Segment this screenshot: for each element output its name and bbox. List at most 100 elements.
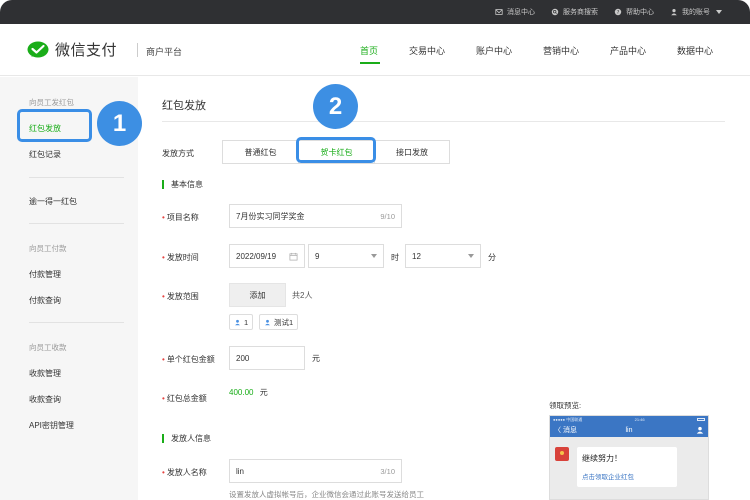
message-title: 继续努力！	[582, 454, 622, 463]
phone-nav-bar: 〈 消息 lin	[550, 423, 708, 437]
sidebar-group-pay-employee: 向员工付款	[29, 244, 67, 253]
date-picker[interactable]: 2022/09/19	[229, 244, 305, 268]
battery-icon	[697, 418, 705, 421]
range-label: • 发放范围	[162, 292, 199, 301]
add-recipients-button[interactable]: 添加	[229, 283, 286, 307]
logo-text: 微信支付	[55, 42, 118, 59]
recipient-tag[interactable]: 1	[229, 314, 254, 330]
single-amount-label: • 单个红包金额	[162, 355, 215, 364]
range-count: 共2人	[292, 291, 313, 300]
help-icon: ?	[614, 8, 622, 16]
main-header: 微信支付 商户平台 首页 交易中心 账户中心 营销中心 产品中心 数据中心	[0, 24, 750, 76]
calendar-icon	[289, 252, 298, 260]
total-amount-value: 400.00	[229, 388, 254, 397]
single-amount-input[interactable]: 200	[229, 346, 305, 370]
sender-name-input[interactable]: lin 3/10	[229, 459, 402, 483]
time-label: • 发放时间	[162, 253, 199, 262]
phone-time: 21:46	[634, 417, 645, 422]
search-circle-icon	[551, 8, 559, 16]
topbar-messages[interactable]: 消息中心	[495, 7, 535, 17]
wechat-pay-logo[interactable]: 微信支付	[27, 39, 117, 60]
minute-select[interactable]: 12	[405, 244, 481, 268]
sidebar-item-pay-query[interactable]: 付款查询	[29, 295, 61, 306]
total-amount-label: • 红包总金额	[162, 394, 207, 403]
chevron-down-icon	[468, 254, 474, 258]
page-title: 红包发放	[162, 100, 206, 112]
sidebar-item-collect-manage[interactable]: 收款管理	[29, 368, 61, 379]
single-amount-value: 200	[236, 353, 250, 363]
hour-select[interactable]: 9	[308, 244, 384, 268]
chevron-down-icon	[716, 10, 722, 14]
sender-name-value: lin	[236, 466, 245, 476]
sidebar-item-redpacket-record[interactable]: 红包记录	[29, 149, 61, 160]
phone-status-bar: ●●●●● 中国联通 21:46	[550, 416, 708, 423]
phone-carrier: ●●●●● 中国联通	[553, 416, 583, 422]
user-icon	[671, 9, 677, 16]
phone-contact: lin	[625, 426, 633, 434]
message-bubble: 继续努力！ 点击领取企业红包	[577, 447, 677, 487]
user-icon	[265, 319, 270, 325]
total-amount-unit: 元	[259, 388, 268, 397]
single-amount-unit: 元	[312, 354, 320, 363]
topbar-provider-search[interactable]: 服务商搜索	[551, 7, 598, 17]
top-utility-bar: 消息中心 服务商搜索 ? 帮助中心 我的账号	[0, 0, 750, 24]
preview-label: 领取预览:	[549, 401, 582, 410]
project-label: • 项目名称	[162, 213, 199, 222]
message-link: 点击领取企业红包	[582, 474, 634, 481]
topbar-account[interactable]: 我的账号	[670, 7, 722, 17]
sidebar-group-collect-employee: 向员工收款	[29, 343, 67, 352]
sender-hint: 设置发放人虚拟帐号后，企业微信会通过此账号发送给员工	[229, 490, 424, 499]
minute-unit: 分	[488, 253, 496, 262]
sidebar-item-api-key[interactable]: API密钥管理	[29, 420, 74, 431]
minute-value: 12	[412, 251, 421, 261]
title-divider	[162, 121, 725, 122]
highlight-box-redpacket-send	[17, 109, 92, 142]
logo-divider	[137, 43, 138, 57]
sidebar-divider	[29, 322, 124, 323]
method-option-api[interactable]: 接口发放	[375, 141, 449, 163]
wechat-pay-check-icon	[27, 41, 49, 57]
hour-unit: 时	[391, 253, 399, 262]
sender-name-count: 3/10	[380, 466, 395, 476]
nav-marketing-center[interactable]: 营销中心	[543, 24, 581, 76]
sender-label: • 发放人名称	[162, 468, 207, 477]
sidebar-divider	[29, 223, 124, 224]
recipient-tag-label: 1	[244, 317, 249, 327]
redpacket-avatar-icon	[555, 447, 569, 461]
platform-name: 商户平台	[146, 47, 183, 57]
project-name-count: 9/10	[380, 211, 395, 221]
topbar-help[interactable]: ? 帮助中心	[614, 7, 654, 17]
nav-account-center[interactable]: 账户中心	[476, 24, 514, 76]
topbar-account-label: 我的账号	[682, 9, 710, 16]
date-value: 2022/09/19	[236, 251, 277, 261]
sidebar-item-collect-query[interactable]: 收款查询	[29, 394, 61, 405]
hour-value: 9	[315, 251, 320, 261]
nav-data-center[interactable]: 数据中心	[677, 24, 715, 76]
chevron-down-icon	[371, 254, 377, 258]
app-window: 消息中心 服务商搜索 ? 帮助中心 我的账号 微信支付 商户平台 首页 交易中心…	[0, 0, 750, 500]
main-nav: 首页 交易中心 账户中心 营销中心 产品中心 数据中心	[360, 24, 715, 76]
sidebar-item-yide-redpacket[interactable]: 逾一得一红包	[29, 196, 77, 207]
nav-home[interactable]: 首页	[360, 24, 380, 76]
phone-preview: ●●●●● 中国联通 21:46 〈 消息 lin 继续努力！ 点击领取企业红包	[549, 415, 709, 500]
topbar-help-label: 帮助中心	[626, 9, 654, 16]
step-badge-1: 1	[97, 101, 142, 146]
sidebar-group-send-redpacket: 向员工发红包	[29, 98, 74, 107]
nav-trade-center[interactable]: 交易中心	[409, 24, 447, 76]
method-label: 发放方式	[162, 149, 194, 158]
step-badge-2: 2	[313, 84, 358, 129]
nav-product-center[interactable]: 产品中心	[610, 24, 648, 76]
total-amount: 400.00 元	[229, 387, 268, 398]
main-content: 红包发放 发放方式 普通红包 贺卡红包 接口发放 基本信息 • 项目名称 7月份实…	[138, 77, 750, 500]
section-sender-info: 发放人信息	[162, 433, 211, 444]
sidebar-item-pay-manage[interactable]: 付款管理	[29, 269, 61, 280]
user-icon	[235, 319, 240, 325]
mail-icon	[495, 9, 503, 15]
method-option-normal[interactable]: 普通红包	[223, 141, 299, 163]
highlight-box-card-redpacket	[296, 137, 376, 163]
project-name-input[interactable]: 7月份实习同学奖金 9/10	[229, 204, 402, 228]
recipient-tag-label: 测试1	[274, 317, 294, 327]
topbar-messages-label: 消息中心	[507, 9, 535, 16]
project-name-value: 7月份实习同学奖金	[236, 211, 305, 221]
recipient-tag[interactable]: 测试1	[259, 314, 299, 330]
